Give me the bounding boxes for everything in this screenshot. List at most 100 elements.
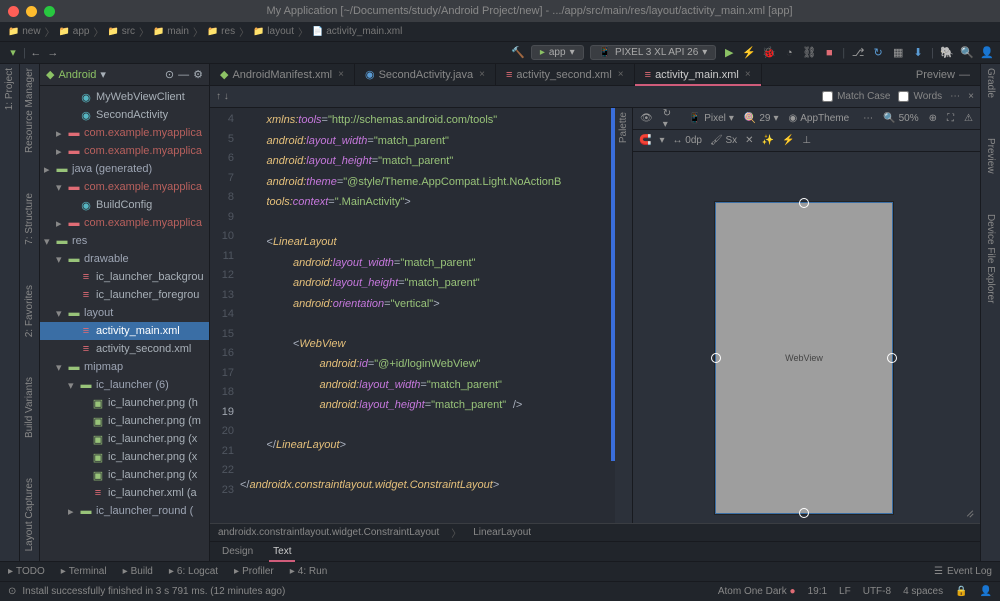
editor-mode-tab[interactable]: Design <box>218 544 257 559</box>
tool-window-button[interactable]: 7: Structure <box>24 193 35 245</box>
tab-close-icon[interactable]: × <box>618 69 624 80</box>
debug-icon[interactable]: 🐞 <box>762 46 776 60</box>
tree-item[interactable]: ▣ic_launcher.png (h <box>40 394 209 412</box>
pane-resize-handle[interactable] <box>962 505 974 517</box>
resize-handle-top[interactable] <box>799 198 809 208</box>
git-icon[interactable]: ⎇ <box>851 46 865 60</box>
device-dropdown[interactable]: 📱PIXEL 3 XL API 26 ▾ <box>590 45 717 60</box>
theme-select[interactable]: ◉ AppTheme <box>786 113 853 124</box>
tree-item[interactable]: ≡activity_second.xml <box>40 340 209 358</box>
bottom-tool-button[interactable]: ▸Profiler <box>234 566 274 577</box>
tree-item[interactable]: ▸▬com.example.myapplica <box>40 142 209 160</box>
tree-item[interactable]: ▾▬layout <box>40 304 209 322</box>
editor-tab[interactable]: ≡activity_second.xml× <box>496 64 635 85</box>
editor-tab[interactable]: ≡activity_main.xml× <box>635 64 762 85</box>
project-target-icon[interactable]: ⊙ <box>165 68 174 81</box>
code-content[interactable]: xmlns:tools="http://schemas.android.com/… <box>240 108 615 523</box>
view-mode-icon[interactable]: 👁 <box>637 113 656 124</box>
tree-item[interactable]: ▾▬drawable <box>40 250 209 268</box>
search-icon[interactable]: 🔍 <box>960 46 974 60</box>
guide-icon[interactable]: ⊥ <box>802 135 811 146</box>
bottom-tool-button[interactable]: ▸Build <box>123 566 153 577</box>
fullscreen-icon[interactable]: ⛶ <box>944 113 957 124</box>
breadcrumb-item[interactable]: 📁 res <box>207 26 235 37</box>
attach-icon[interactable]: ⛓ <box>802 46 816 60</box>
apply-icon[interactable]: ⚡ <box>742 46 756 60</box>
tree-item[interactable]: ▸▬com.example.myapplica <box>40 214 209 232</box>
avd-icon[interactable]: ▦ <box>891 46 905 60</box>
find-more-icon[interactable]: ⋯ <box>950 91 960 102</box>
tree-item[interactable]: ▸▬java (generated) <box>40 160 209 178</box>
tree-item[interactable]: ≡ic_launcher_backgrou <box>40 268 209 286</box>
tool-window-button[interactable]: 1: Project <box>4 68 15 110</box>
editor-tab[interactable]: ◆AndroidManifest.xml× <box>210 64 355 85</box>
find-close-icon[interactable]: × <box>968 91 974 102</box>
cursor-position[interactable]: 19:1 <box>808 586 827 597</box>
tree-item[interactable]: ▾▬ic_launcher (6) <box>40 376 209 394</box>
tool-window-button[interactable]: Preview <box>985 138 996 174</box>
tool-window-button[interactable]: 2: Favorites <box>24 285 35 337</box>
clear-icon[interactable]: ✕ <box>745 135 753 146</box>
preview-canvas[interactable]: WebView <box>633 152 980 523</box>
breadcrumb-item[interactable]: 📁 app <box>59 26 90 37</box>
project-tree[interactable]: ◉MyWebViewClient◉SecondActivity▸▬com.exa… <box>40 86 209 561</box>
tree-item[interactable]: ▣ic_launcher.png (x <box>40 448 209 466</box>
breadcrumb-item[interactable]: 📁 layout <box>253 26 294 37</box>
theme-indicator[interactable]: Atom One Dark ● <box>718 586 796 597</box>
tab-close-icon[interactable]: × <box>745 69 751 80</box>
run-icon[interactable]: ▶ <box>722 46 736 60</box>
tree-item[interactable]: ≡activity_main.xml <box>40 322 209 340</box>
tree-item[interactable]: ◉MyWebViewClient <box>40 88 209 106</box>
scroll-indicator[interactable] <box>611 108 615 461</box>
zoom-label[interactable]: 🔍 50% <box>880 113 921 124</box>
tree-item[interactable]: ▸▬ic_launcher_round ( <box>40 502 209 520</box>
project-view-label[interactable]: Android <box>58 69 96 81</box>
palette-label[interactable]: Palette <box>618 112 629 143</box>
update-icon[interactable]: ↻ <box>871 46 885 60</box>
breadcrumb-item[interactable]: 📁 src <box>107 26 135 37</box>
tree-item[interactable]: ◉BuildConfig <box>40 196 209 214</box>
bottom-tool-button[interactable]: ▸6: Logcat <box>169 566 218 577</box>
breadcrumb-item[interactable]: 📁 main <box>153 26 189 37</box>
resize-handle-right[interactable] <box>887 353 897 363</box>
tab-close-icon[interactable]: × <box>338 69 344 80</box>
maximize-button[interactable] <box>44 6 55 17</box>
find-arrows[interactable]: ↑ ↓ <box>216 91 229 102</box>
tree-item[interactable]: ▸▬com.example.myapplica <box>40 124 209 142</box>
back-icon[interactable]: ← <box>29 46 43 60</box>
bottom-tool-button[interactable]: ▸TODO <box>8 566 45 577</box>
tab-close-icon[interactable]: × <box>479 69 485 80</box>
device-select[interactable]: 📱 Pixel ▾ <box>686 113 737 124</box>
encoding[interactable]: UTF-8 <box>863 586 891 597</box>
magnet-icon[interactable]: 🧲 <box>639 135 651 146</box>
hammer-icon[interactable]: 🔨 <box>511 46 525 60</box>
event-log-button[interactable]: ☰Event Log <box>934 566 992 577</box>
stop-icon[interactable]: ■ <box>822 46 836 60</box>
more-icon[interactable]: ⋯ <box>860 113 876 124</box>
tree-item[interactable]: ▾▬com.example.myapplica <box>40 178 209 196</box>
tree-item[interactable]: ▣ic_launcher.png (m <box>40 412 209 430</box>
forward-icon[interactable]: → <box>46 46 60 60</box>
tree-item[interactable]: ≡ic_launcher_foregrou <box>40 286 209 304</box>
tool-window-button[interactable]: Gradle <box>985 68 996 98</box>
sdk-icon[interactable]: ⬇ <box>911 46 925 60</box>
orientation-icon[interactable]: ↻ ▾ <box>660 108 682 130</box>
tree-item[interactable]: ◉SecondActivity <box>40 106 209 124</box>
close-button[interactable] <box>8 6 19 17</box>
tool-window-button[interactable]: Resource Manager <box>24 68 35 153</box>
editor-breadcrumb-item[interactable]: LinearLayout <box>473 527 531 538</box>
tool-window-button[interactable]: Device File Explorer <box>985 214 996 303</box>
profiler-icon[interactable]: ◔ <box>782 46 796 60</box>
match-case-checkbox[interactable]: Match Case <box>822 91 890 102</box>
breadcrumb-item[interactable]: 📄 activity_main.xml <box>312 26 402 37</box>
grid-icon[interactable]: ▾ <box>659 135 664 146</box>
breadcrumb-item[interactable]: 📁 new <box>8 26 41 37</box>
sync-icon[interactable]: 🐘 <box>940 46 954 60</box>
tool-window-button[interactable]: Build Variants <box>24 377 35 438</box>
resize-handle-left[interactable] <box>711 353 721 363</box>
bolt-icon[interactable]: ⚡ <box>782 135 794 146</box>
line-ending[interactable]: LF <box>839 586 851 597</box>
bottom-tool-button[interactable]: ▸Terminal <box>61 566 107 577</box>
project-collapse-icon[interactable]: — <box>178 69 189 81</box>
add-icon[interactable]: ▾ <box>6 46 20 60</box>
